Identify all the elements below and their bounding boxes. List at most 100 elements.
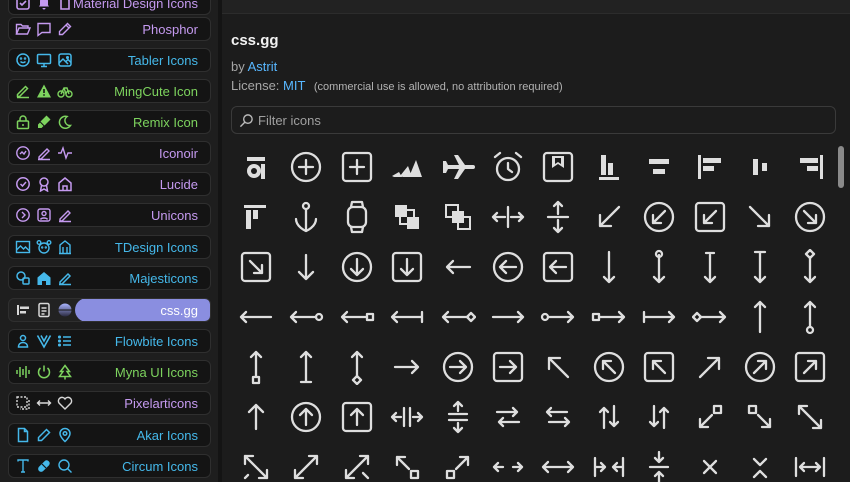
icon-cell[interactable] bbox=[231, 442, 281, 482]
icon-cell[interactable] bbox=[382, 442, 432, 482]
icon-cell[interactable] bbox=[433, 392, 483, 442]
icon-cell[interactable] bbox=[332, 442, 382, 482]
icon-cell[interactable] bbox=[382, 342, 432, 392]
icon-cell[interactable] bbox=[382, 192, 432, 242]
icon-cell[interactable] bbox=[634, 342, 684, 392]
icon-cell[interactable] bbox=[332, 192, 382, 242]
icon-cell[interactable] bbox=[634, 442, 684, 482]
icon-cell[interactable] bbox=[785, 442, 835, 482]
sidebar-item-myna-ui-icons[interactable]: Myna UI Icons bbox=[8, 360, 211, 384]
icon-cell[interactable] bbox=[634, 392, 684, 442]
sidebar-item-mingcute-icon[interactable]: MingCute Icon bbox=[8, 79, 211, 103]
icon-cell[interactable] bbox=[433, 292, 483, 342]
icon-cell[interactable] bbox=[785, 142, 835, 192]
sidebar-item-circum-icons[interactable]: Circum Icons bbox=[8, 454, 211, 478]
sidebar-item-iconoir[interactable]: Iconoir bbox=[8, 141, 211, 165]
icon-cell[interactable] bbox=[533, 142, 583, 192]
author-link[interactable]: Astrit bbox=[248, 59, 278, 74]
filter-input[interactable] bbox=[258, 110, 818, 130]
sidebar-item-phosphor[interactable]: Phosphor bbox=[8, 17, 211, 41]
icon-cell[interactable] bbox=[281, 142, 331, 192]
icon-cell[interactable] bbox=[685, 142, 735, 192]
icon-cell[interactable] bbox=[785, 392, 835, 442]
sidebar-item-unicons[interactable]: Unicons bbox=[8, 203, 211, 227]
icon-cell[interactable] bbox=[785, 242, 835, 292]
icon-cell[interactable] bbox=[231, 292, 281, 342]
icon-cell[interactable] bbox=[533, 392, 583, 442]
icon-cell[interactable] bbox=[634, 142, 684, 192]
icon-cell[interactable] bbox=[483, 242, 533, 292]
icon-cell[interactable] bbox=[332, 342, 382, 392]
icon-cell[interactable] bbox=[735, 392, 785, 442]
icon-cell[interactable] bbox=[433, 442, 483, 482]
icon-cell[interactable] bbox=[533, 292, 583, 342]
icon-cell[interactable] bbox=[685, 392, 735, 442]
icon-cell[interactable] bbox=[735, 442, 785, 482]
icon-cell[interactable] bbox=[231, 142, 281, 192]
icon-cell[interactable] bbox=[483, 192, 533, 242]
icon-cell[interactable] bbox=[584, 192, 634, 242]
icon-cell[interactable] bbox=[584, 292, 634, 342]
sidebar-item-pixelarticons[interactable]: Pixelarticons bbox=[8, 391, 211, 415]
icon-cell[interactable] bbox=[483, 442, 533, 482]
icon-cell[interactable] bbox=[685, 342, 735, 392]
sidebar-item-tdesign-icons[interactable]: TDesign Icons bbox=[8, 235, 211, 259]
icon-cell[interactable] bbox=[382, 292, 432, 342]
icon-cell[interactable] bbox=[281, 192, 331, 242]
icon-cell[interactable] bbox=[433, 192, 483, 242]
icon-cell[interactable] bbox=[483, 142, 533, 192]
icon-cell[interactable] bbox=[584, 392, 634, 442]
sidebar-item-remix-icon[interactable]: Remix Icon bbox=[8, 110, 211, 134]
icon-cell[interactable] bbox=[584, 442, 634, 482]
icon-cell[interactable] bbox=[231, 392, 281, 442]
sidebar-item-majesticons[interactable]: Majesticons bbox=[8, 266, 211, 290]
icon-cell[interactable] bbox=[735, 242, 785, 292]
license-link[interactable]: MIT bbox=[283, 78, 305, 93]
icon-cell[interactable] bbox=[433, 342, 483, 392]
scrollbar[interactable] bbox=[836, 142, 846, 482]
icon-cell[interactable] bbox=[231, 242, 281, 292]
icon-cell[interactable] bbox=[281, 342, 331, 392]
icon-cell[interactable] bbox=[533, 242, 583, 292]
icon-cell[interactable] bbox=[332, 142, 382, 192]
icon-cell[interactable] bbox=[332, 242, 382, 292]
icon-cell[interactable] bbox=[332, 392, 382, 442]
icon-cell[interactable] bbox=[281, 442, 331, 482]
sidebar-item-flowbite-icons[interactable]: Flowbite Icons bbox=[8, 329, 211, 353]
icon-cell[interactable] bbox=[231, 342, 281, 392]
icon-cell[interactable] bbox=[685, 242, 735, 292]
icon-cell[interactable] bbox=[685, 192, 735, 242]
icon-cell[interactable] bbox=[584, 142, 634, 192]
icon-cell[interactable] bbox=[382, 242, 432, 292]
icon-cell[interactable] bbox=[735, 142, 785, 192]
icon-cell[interactable] bbox=[231, 192, 281, 242]
icon-cell[interactable] bbox=[382, 142, 432, 192]
sidebar-item-tabler-icons[interactable]: Tabler Icons bbox=[8, 48, 211, 72]
icon-cell[interactable] bbox=[785, 192, 835, 242]
icon-cell[interactable] bbox=[634, 292, 684, 342]
icon-cell[interactable] bbox=[533, 442, 583, 482]
icon-cell[interactable] bbox=[785, 342, 835, 392]
icon-cell[interactable] bbox=[483, 292, 533, 342]
icon-cell[interactable] bbox=[281, 392, 331, 442]
icon-cell[interactable] bbox=[433, 142, 483, 192]
icon-cell[interactable] bbox=[685, 442, 735, 482]
sidebar-item-akar-icons[interactable]: Akar Icons bbox=[8, 423, 211, 447]
scrollbar-thumb[interactable] bbox=[838, 146, 844, 188]
icon-cell[interactable] bbox=[685, 292, 735, 342]
icon-cell[interactable] bbox=[584, 242, 634, 292]
icon-cell[interactable] bbox=[332, 292, 382, 342]
sidebar-item-css-gg[interactable]: css.gg bbox=[8, 298, 211, 322]
icon-cell[interactable] bbox=[281, 292, 331, 342]
icon-cell[interactable] bbox=[281, 242, 331, 292]
icon-cell[interactable] bbox=[533, 192, 583, 242]
icon-cell[interactable] bbox=[584, 342, 634, 392]
icon-cell[interactable] bbox=[533, 342, 583, 392]
icon-cell[interactable] bbox=[735, 192, 785, 242]
sidebar-item-material-design-icons[interactable]: Material Design Icons bbox=[8, 0, 211, 15]
icon-cell[interactable] bbox=[634, 242, 684, 292]
icon-cell[interactable] bbox=[483, 392, 533, 442]
icon-cell[interactable] bbox=[785, 292, 835, 342]
icon-cell[interactable] bbox=[483, 342, 533, 392]
icon-cell[interactable] bbox=[382, 392, 432, 442]
